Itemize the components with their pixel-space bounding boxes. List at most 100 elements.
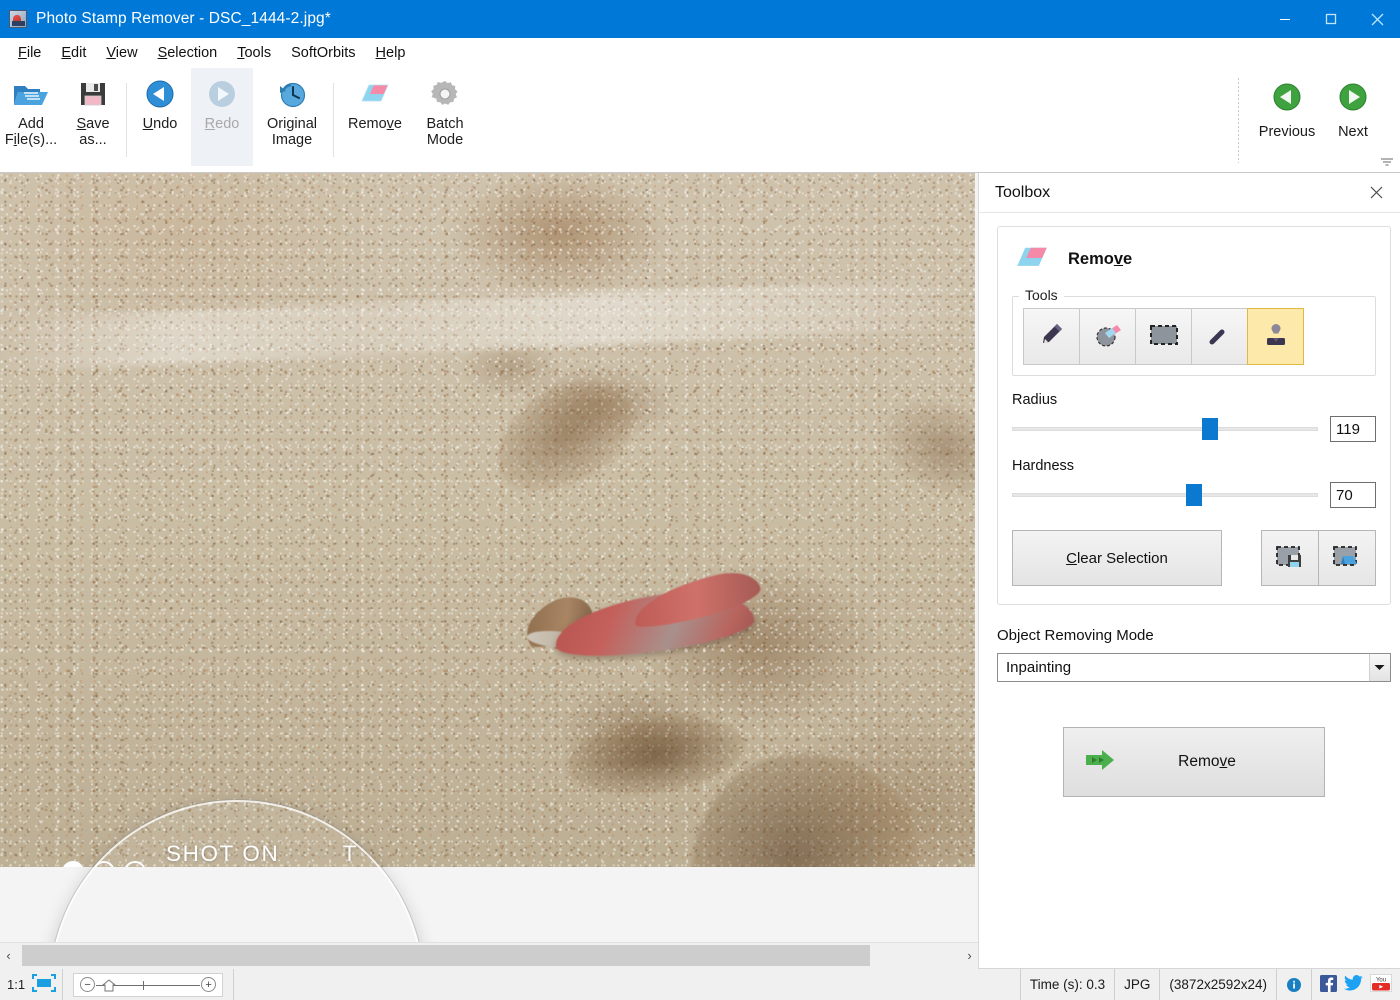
hardness-value-input[interactable]: 70 [1330,482,1376,508]
remove-button-label: Remove [1124,753,1290,771]
hardness-slider[interactable] [1012,484,1318,506]
menu-bar: File Edit View Selection Tools SoftOrbit… [0,38,1400,68]
toolbar-separator [126,83,127,157]
photo-image[interactable]: SHOT ON T AI TRIPLE CAMERA [0,173,975,867]
radius-value-input[interactable]: 119 [1330,416,1376,442]
stamp-icon [1262,320,1290,353]
scrollbar-thumb[interactable] [22,945,870,966]
format-cell: JPG [1115,969,1160,1000]
menu-edit[interactable]: Edit [51,41,96,65]
title-bar: Photo Stamp Remover - DSC_1444-2.jpg* [0,0,1400,38]
navigation-group: Previous Next [1237,68,1386,172]
plus-icon[interactable]: + [201,977,216,992]
hardness-label: Hardness [1012,458,1376,474]
application-window: Photo Stamp Remover - DSC_1444-2.jpg* Fi… [0,0,1400,1000]
maximize-button[interactable] [1308,0,1354,38]
twitter-icon[interactable] [1344,975,1363,994]
scroll-left-arrow-icon[interactable]: ‹ [0,943,17,969]
clear-selection-button[interactable]: Clear Selection [1012,530,1222,586]
batch-mode-label: BatchMode [426,116,463,148]
fit-to-screen-icon[interactable] [32,974,56,995]
social-links: You [1312,969,1400,1000]
facebook-icon[interactable] [1320,975,1337,995]
canvas-column: SHOT ON T AI TRIPLE CAMERA ‹ › [0,173,978,968]
window-title: Photo Stamp Remover - DSC_1444-2.jpg* [36,10,331,28]
menu-tools[interactable]: Tools [227,41,281,65]
previous-label: Previous [1259,124,1315,140]
menu-view[interactable]: View [96,41,147,65]
object-removing-mode-select[interactable]: Inpainting [997,653,1391,682]
object-removing-mode-value: Inpainting [998,659,1369,676]
close-icon[interactable] [1364,181,1388,205]
rectangle-selection-tool-button[interactable] [1135,308,1192,365]
next-button[interactable]: Next [1320,68,1386,166]
remove-toolbar-button[interactable]: Remove [336,68,414,166]
zoom-ratio-label[interactable]: 1:1 [4,977,25,992]
save-selection-button[interactable] [1261,530,1319,586]
open-folder-icon [12,74,50,114]
toolbar-separator-3 [1237,77,1240,163]
minimize-button[interactable] [1262,0,1308,38]
previous-button[interactable]: Previous [1254,68,1320,166]
clock-history-icon [276,74,308,114]
toolbar-group-file: AddFile(s)... Saveas... [0,68,124,172]
load-selection-button[interactable] [1318,530,1376,586]
zoom-slider[interactable]: − + [73,973,223,997]
marker-tool-button[interactable] [1023,308,1080,365]
save-as-button[interactable]: Saveas... [62,68,124,166]
redo-button[interactable]: Redo [191,68,253,166]
tools-row [1023,308,1365,365]
home-icon[interactable] [102,979,116,995]
undo-label: Undo [143,116,178,132]
undo-arrow-icon [144,74,176,114]
menu-help[interactable]: Help [366,41,416,65]
work-area: SHOT ON T AI TRIPLE CAMERA ‹ › [0,173,1400,968]
toolbox-header: Toolbox [979,173,1400,213]
object-removing-mode-section: Object Removing Mode Inpainting [979,605,1400,797]
stamp-tool-button[interactable] [1247,308,1304,365]
toolbar-group-history: Undo Redo [129,68,331,172]
scroll-right-arrow-icon[interactable]: › [961,943,978,969]
original-image-button[interactable]: OriginalImage [253,68,331,166]
remove-button[interactable]: Remove [1063,727,1325,797]
radius-label: Radius [1012,392,1376,408]
svg-text:You: You [1376,978,1386,984]
menu-selection[interactable]: Selection [148,41,228,65]
close-button[interactable] [1354,0,1400,38]
remove-tool-card: Remove Tools [997,226,1391,605]
eraser-selection-icon [1093,320,1123,353]
youtube-icon[interactable]: You [1370,974,1392,995]
radius-slider[interactable] [1012,418,1318,440]
pencil-icon [1037,320,1067,353]
toolbar-separator-2 [333,83,334,157]
menu-file[interactable]: File [8,41,51,65]
undo-button[interactable]: Undo [129,68,191,166]
toolbar-group-actions: Remove BatchMode [336,68,476,172]
add-files-label: AddFile(s)... [5,116,57,148]
green-right-arrow-icon [1337,78,1369,116]
scrollbar-track[interactable] [17,943,961,969]
minus-icon[interactable]: − [80,977,95,992]
toolbar: AddFile(s)... Saveas... [0,68,1400,173]
add-files-button[interactable]: AddFile(s)... [0,68,62,166]
horizontal-scrollbar[interactable]: ‹ › [0,942,978,968]
toolbox-panel: Toolbox Remove Tool [978,173,1400,968]
tools-group: Tools [1012,296,1376,376]
image-canvas[interactable]: SHOT ON T AI TRIPLE CAMERA [0,173,978,942]
menu-softorbits[interactable]: SoftOrbits [281,41,365,65]
marquee-rect-icon [1149,323,1179,350]
toolbox-title: Toolbox [995,184,1364,202]
redo-arrow-icon [206,74,238,114]
window-controls [1262,0,1400,38]
eraser-tool-button[interactable] [1079,308,1136,365]
status-spacer [234,969,1021,1000]
info-icon[interactable] [1277,969,1312,1000]
zoom-slider-cell: − + [63,969,234,1000]
lasso-tool-button[interactable] [1191,308,1248,365]
remove-card-header: Remove [1012,241,1376,278]
chevron-down-icon[interactable] [1369,654,1390,681]
green-left-arrow-icon [1271,78,1303,116]
batch-mode-button[interactable]: BatchMode [414,68,476,166]
time-cell: Time (s): 0.3 [1021,969,1115,1000]
tools-legend: Tools [1019,287,1064,303]
